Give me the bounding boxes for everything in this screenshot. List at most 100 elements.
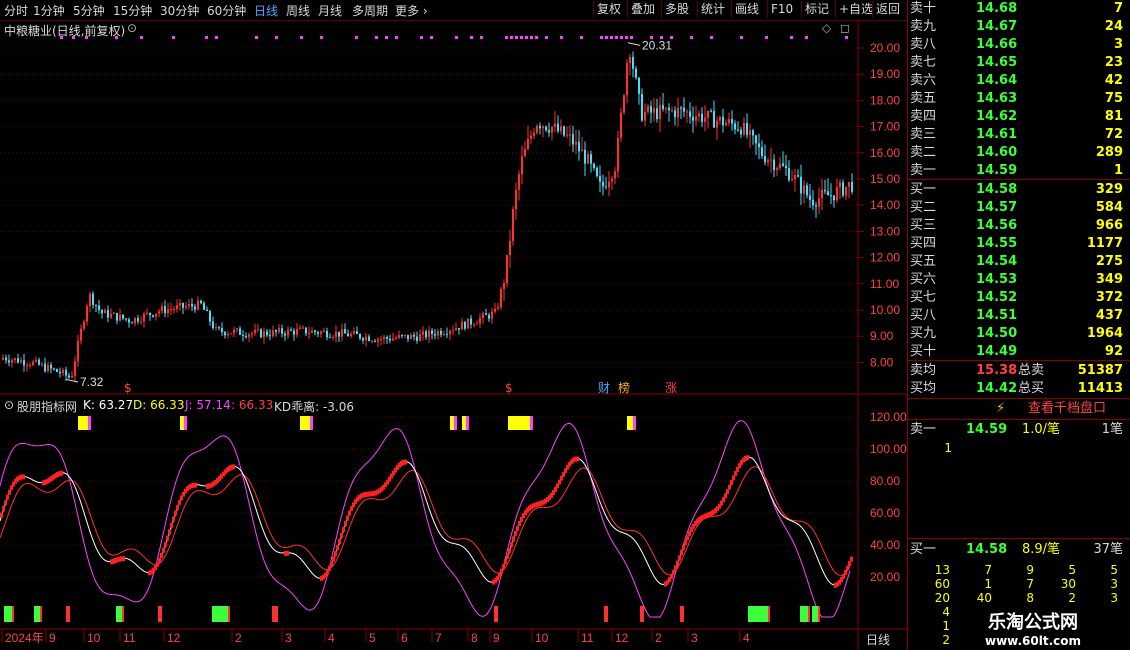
level-label: 卖二 [910,145,937,160]
expand-icon[interactable]: ◻ [840,21,850,35]
bid-row[interactable]: 买六 14.53 349 [908,271,1130,289]
indicator-settings-icon[interactable]: ⊙ [4,398,14,412]
ask-row[interactable]: 卖五 14.63 75 [908,90,1130,108]
candle-body [416,336,418,341]
bid-row[interactable]: 买三 14.56 966 [908,217,1130,235]
candle-body [2,357,4,360]
indicator-name[interactable]: 股朋指标网 [17,398,77,415]
bid-row[interactable]: 买十 14.49 92 [908,343,1130,361]
period-monthly[interactable]: 月线 [318,2,342,19]
candle-body [47,364,49,372]
depth-button[interactable]: ⚡ 查看千档盘口 [908,400,1130,418]
price-tick-label: 20.00 [870,41,900,55]
rising-segment [348,510,351,516]
ask-row[interactable]: 卖九 14.67 24 [908,18,1130,36]
date-label: 10 [535,631,549,645]
event-marker: $ [124,381,132,395]
f10-button[interactable]: F10 [767,1,796,18]
period-5min[interactable]: 5分钟 [73,2,105,19]
bid-row[interactable]: 买八 14.51 437 [908,307,1130,325]
candle-body [251,333,253,335]
queue-value: 60 [934,577,950,591]
bid-row[interactable]: 买二 14.57 584 [908,199,1130,217]
level-price: 14.61 [976,127,1018,142]
k-line [0,456,851,586]
level-price: 14.62 [976,109,1018,124]
candle-body [581,149,583,152]
oversold-edge [818,606,820,622]
candle-body [71,375,73,378]
ask-row[interactable]: 卖一 14.59 1 [908,162,1130,180]
ask-row[interactable]: 卖二 14.60 289 [908,144,1130,162]
ask-row[interactable]: 卖四 14.62 81 [908,108,1130,126]
candle-body [206,309,208,312]
level-price: 14.68 [976,1,1018,16]
level-price: 14.54 [976,254,1018,269]
ask-row[interactable]: 卖三 14.61 72 [908,126,1130,144]
add-favorite-button[interactable]: +自选 [835,1,876,18]
candle-body [728,119,730,123]
candle-body [254,329,256,334]
oversold-block [66,606,68,622]
signal-dot [615,36,618,39]
candle-body [50,364,52,369]
multi-stock-button[interactable]: 多股 [661,1,692,18]
candle-body [773,159,775,171]
period-1min[interactable]: 1分钟 [33,2,65,19]
level-volume: 329 [1095,182,1123,197]
overlay-button[interactable]: 叠加 [627,1,658,18]
level-label: 买十 [910,344,937,359]
overbought-edge [184,416,187,430]
period-indicator[interactable]: 日线 [866,631,890,648]
candle-body [359,334,361,339]
event-marker: 涨 [665,380,677,395]
bid-row[interactable]: 买四 14.55 1177 [908,235,1130,253]
period-weekly[interactable]: 周线 [286,2,310,19]
ask-row[interactable]: 卖十 14.68 7 [908,0,1130,18]
bid1-detail[interactable]: 买一 14.58 8.9/笔 37笔 [908,541,1130,559]
oversold-edge [496,606,498,622]
period-30min[interactable]: 30分钟 [160,2,199,19]
candle-body [215,327,217,329]
period-15min[interactable]: 15分钟 [113,2,152,19]
candle-body [776,168,778,171]
price-tick-label: 17.00 [870,120,900,134]
signal-dot [275,36,278,39]
signal-dot [670,36,673,39]
bid-row[interactable]: 买一 14.58 329 [908,181,1130,199]
signal-dot [710,36,713,39]
candle-body [119,314,121,321]
period-60min[interactable]: 60分钟 [207,2,246,19]
mark-button[interactable]: 标记 [801,1,832,18]
stats-button[interactable]: 统计 [697,1,728,18]
period-fenshi[interactable]: 分时 [4,2,28,19]
candle-body [158,311,160,314]
candle-body [185,306,187,308]
candle-body [53,368,55,370]
candle-body [437,330,439,336]
candle-body [281,328,283,334]
chart-area[interactable]: 8.00 9.00 10.00 11.00 12.00 13.00 14.00 15.00 16… [0,20,907,650]
candle-body [575,141,577,145]
bid-row[interactable]: 买五 14.54 275 [908,253,1130,271]
period-daily[interactable]: 日线 [254,2,278,19]
candle-body [203,303,205,310]
fuquan-button[interactable]: 复权 [593,1,624,18]
ask-row[interactable]: 卖六 14.64 42 [908,72,1130,90]
ask-row[interactable]: 卖七 14.65 23 [908,54,1130,72]
kline-chart[interactable]: 8.00 9.00 10.00 11.00 12.00 13.00 14.00 15.00 16… [0,20,907,650]
bid-row[interactable]: 买七 14.52 372 [908,289,1130,307]
chevron-down-icon[interactable]: ⊙ [127,21,137,35]
ask-row[interactable]: 卖八 14.66 3 [908,36,1130,54]
price-tick-label: 15.00 [870,172,900,186]
period-more[interactable]: 更多 › [395,2,428,19]
period-multi[interactable]: 多周期 [352,2,388,19]
diamond-icon[interactable]: ◇ [822,21,831,35]
oversold-block [748,606,768,622]
candle-body [791,179,793,181]
draw-button[interactable]: 画线 [731,1,762,18]
bid-row[interactable]: 买九 14.50 1964 [908,325,1130,343]
back-button[interactable]: 返回 [872,1,903,18]
candle-body [683,107,685,112]
ask1-detail[interactable]: 卖一 14.59 1.0/笔 1笔 [908,421,1130,439]
